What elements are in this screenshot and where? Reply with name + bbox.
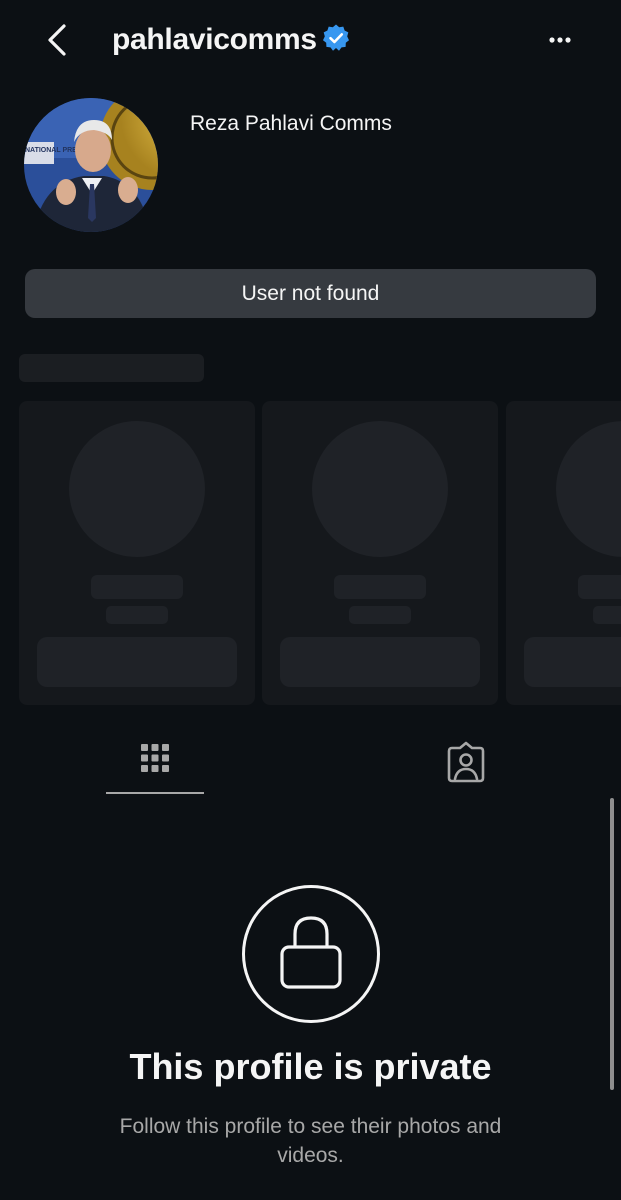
placeholder-name-line	[91, 575, 183, 599]
active-tab-indicator	[106, 792, 204, 794]
suggested-card-placeholder	[19, 401, 255, 705]
placeholder-avatar	[312, 421, 448, 557]
grid-icon	[141, 744, 169, 772]
profile-display-name: Reza Pahlavi Comms	[190, 112, 392, 135]
chevron-left-icon	[48, 24, 66, 56]
username-text: pahlavicomms	[112, 23, 317, 56]
more-options-button[interactable]	[540, 28, 580, 52]
suggested-card-placeholder	[262, 401, 498, 705]
profile-username: pahlavicomms	[112, 20, 351, 60]
tab-tagged[interactable]	[438, 738, 494, 788]
placeholder-follow-button	[524, 637, 621, 687]
verified-badge-icon	[321, 23, 351, 53]
placeholder-avatar	[69, 421, 205, 557]
private-profile-subtitle: Follow this profile to see their photos …	[119, 1115, 502, 1167]
placeholder-follow-button	[280, 637, 480, 687]
suggested-card-placeholder	[506, 401, 621, 705]
placeholder-name-line	[334, 575, 426, 599]
placeholder-sub-line	[106, 606, 168, 624]
more-horizontal-icon	[549, 37, 571, 43]
placeholder-sub-line	[593, 606, 621, 624]
placeholder-sub-line	[349, 606, 411, 624]
placeholder-avatar	[556, 421, 621, 557]
user-not-found-label: User not found	[241, 281, 380, 305]
tagged-person-icon	[447, 741, 485, 783]
tab-posts-grid[interactable]	[106, 730, 204, 796]
placeholder-name-line	[578, 575, 621, 599]
profile-avatar[interactable]: NATIONAL PRESS C	[24, 98, 158, 232]
suggested-title-placeholder	[19, 354, 204, 382]
avatar-photo: NATIONAL PRESS C	[24, 98, 158, 232]
private-profile-title: This profile is private	[129, 1046, 492, 1087]
user-not-found-button[interactable]: User not found	[25, 269, 596, 318]
placeholder-follow-button	[37, 637, 237, 687]
lock-icon	[242, 885, 380, 1023]
back-button[interactable]	[40, 18, 80, 62]
